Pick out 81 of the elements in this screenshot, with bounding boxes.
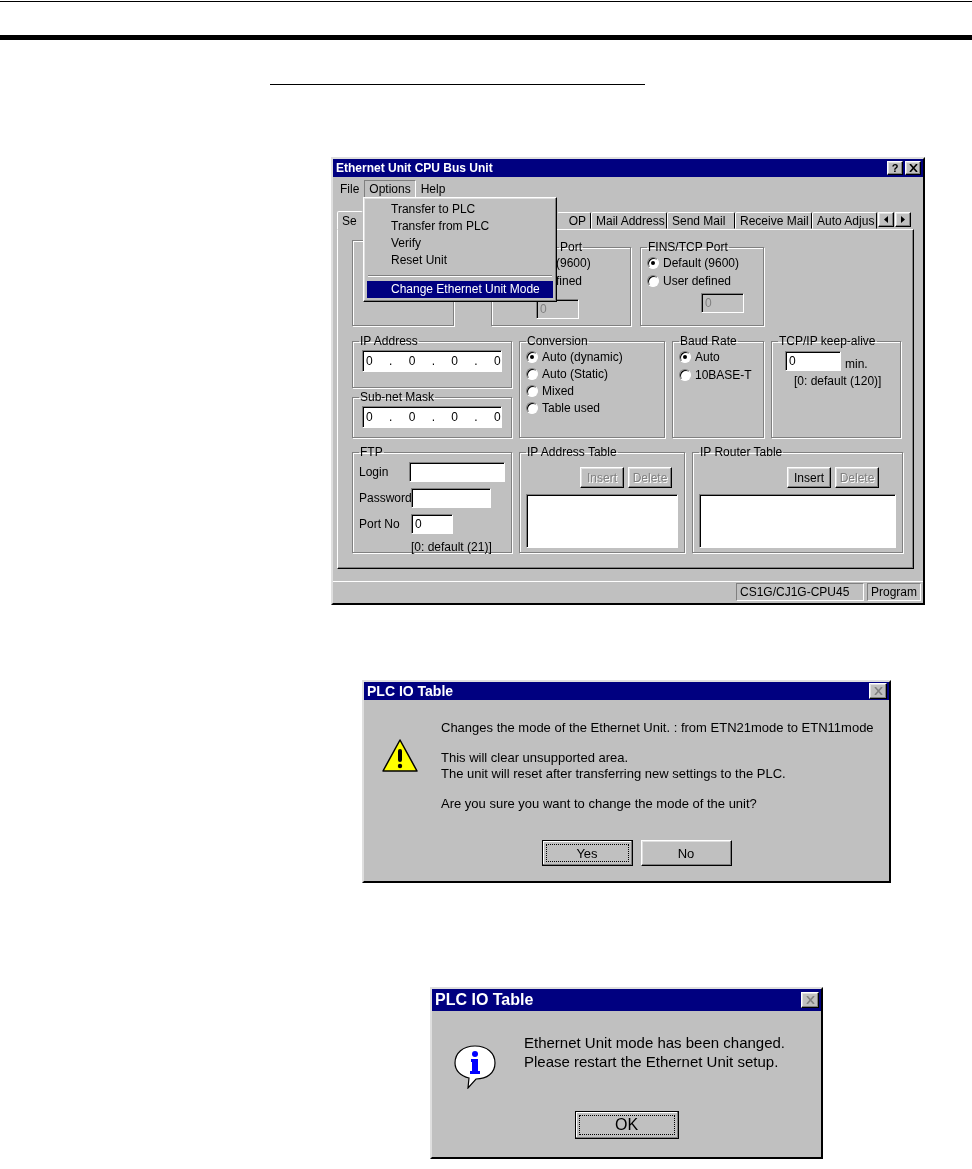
push-button[interactable]: Insert (787, 467, 831, 488)
close-button[interactable] (905, 161, 921, 175)
option-label: Auto (dynamic) (542, 349, 623, 364)
warning-icon (381, 737, 419, 775)
group-label: FTP (359, 445, 384, 459)
radio-button[interactable] (679, 369, 691, 381)
option-label: User defined (663, 274, 732, 288)
status-panel: Program (867, 583, 921, 601)
radio-button[interactable] (526, 367, 538, 380)
tab[interactable]: Mail Address (591, 212, 667, 229)
unit-label: min. (845, 357, 868, 371)
option-label: fined (556, 274, 583, 288)
help-button[interactable]: ? (887, 161, 903, 175)
menu-item[interactable]: Transfer from PLC (367, 218, 553, 235)
menu-item[interactable]: Verify (367, 235, 553, 252)
window-title: PLC IO Table (367, 683, 454, 699)
message-text: Ethernet Unit mode has been changed. Please restart the Ethernet Unit setup. (524, 1033, 785, 1071)
option-label: Table used (542, 400, 601, 415)
message-text: Changes the mode of the Ethernet Unit. : from ETN21mode to ETN11mode (441, 720, 874, 736)
menu-item[interactable]: Transfer to PLC (367, 201, 553, 218)
tab[interactable]: Auto Adjus (812, 212, 877, 229)
group-label: IP Router Table (699, 445, 784, 459)
menu-item[interactable]: Change Ethernet Unit Mode (367, 281, 553, 298)
status-panel: CS1G/CJ1G-CPU45 (736, 583, 864, 601)
list-box[interactable] (699, 494, 896, 548)
radio-button[interactable] (647, 275, 659, 287)
close-icon (805, 996, 815, 1004)
option-label: 10BASE-T (695, 368, 752, 382)
info-icon (452, 1043, 498, 1089)
tab[interactable]: OP (557, 212, 591, 229)
tab[interactable]: Receive Mail (735, 212, 812, 229)
option-label: (9600) (556, 256, 591, 270)
right-arrow-icon (901, 216, 905, 223)
close-icon (873, 687, 883, 695)
window-title: Ethernet Unit CPU Bus Unit (336, 161, 493, 175)
input-field[interactable]: 0 (411, 514, 453, 534)
ip-field[interactable]: 0 . 0 . 0 . 0 (362, 406, 502, 429)
message-text: Are you sure you want to change the mode of the unit? (441, 796, 758, 812)
radio-button[interactable] (526, 350, 538, 363)
left-arrow-icon (884, 216, 888, 223)
close-button[interactable] (869, 683, 887, 699)
input-field[interactable] (411, 488, 491, 508)
window-title: PLC IO Table (435, 991, 534, 1009)
dialog-button[interactable]: OK (574, 1111, 679, 1139)
dialog-button[interactable]: No (640, 840, 732, 866)
scroll-left-button[interactable] (878, 212, 894, 227)
ip-field[interactable]: 0 . 0 . 0 . 0 (362, 350, 502, 372)
option-label: Auto (695, 350, 720, 364)
input-field[interactable] (408, 462, 505, 482)
field-label: Login (359, 465, 390, 479)
group-label: IP Address (359, 334, 419, 348)
radio-button[interactable] (526, 401, 538, 414)
radio-button[interactable] (679, 351, 691, 363)
radio-button[interactable] (647, 257, 659, 269)
group-label: Port (559, 240, 583, 254)
list-box[interactable] (526, 494, 678, 548)
group-label: FINS/TCP Port (647, 240, 729, 254)
message-text: This will clear unsupported area. The unit will reset after transferring new settings to the PLC. (441, 750, 787, 782)
group-label: Baud Rate (679, 334, 738, 348)
field-label: Password (359, 491, 411, 505)
group-label: Conversion (526, 334, 589, 348)
input-field[interactable]: 0 (785, 351, 841, 371)
group-label: TCP/IP keep-alive (778, 334, 877, 348)
radio-button[interactable] (526, 384, 538, 397)
hint-text: [0: default (21)] (411, 540, 493, 554)
tab[interactable]: Send Mail (667, 212, 735, 229)
field-label: Port No (359, 517, 401, 531)
group-label: Sub-net Mask (359, 390, 436, 405)
close-icon (908, 164, 918, 172)
scroll-right-button[interactable] (895, 212, 911, 227)
menu-item[interactable]: Reset Unit (367, 252, 553, 269)
menu-item[interactable]: Help (415, 180, 451, 198)
hint-text: [0: default (120)] (794, 374, 883, 388)
option-label: Mixed (542, 383, 574, 398)
dialog-button[interactable]: Yes (541, 840, 633, 866)
option-label: Auto (Static) (542, 366, 609, 381)
tab[interactable]: Se (337, 211, 363, 230)
group-label: IP Address Table (526, 445, 618, 459)
option-label: Default (9600) (663, 256, 740, 270)
menu-item[interactable]: File (335, 180, 365, 198)
close-button[interactable] (801, 992, 819, 1008)
